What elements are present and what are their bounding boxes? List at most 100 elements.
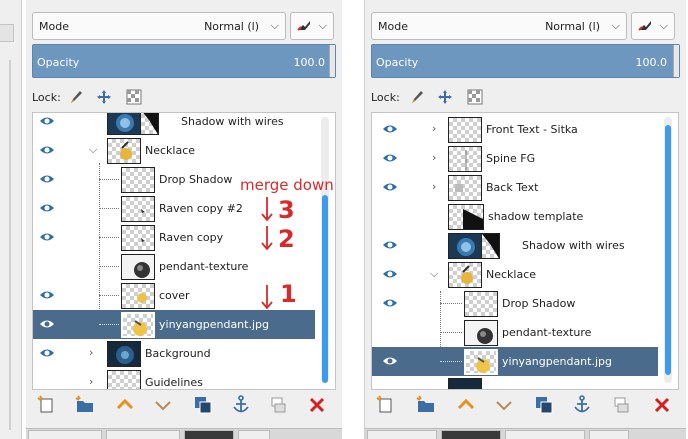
duplicate-layer-icon[interactable]: [192, 394, 214, 416]
eye-icon[interactable]: [382, 355, 398, 367]
lock-alpha-icon[interactable]: [126, 89, 142, 105]
lock-pixels-icon[interactable]: [68, 89, 84, 105]
annotation-step-1: 1: [280, 280, 297, 308]
new-layer-icon[interactable]: [375, 394, 397, 416]
scrollbar-thumb[interactable]: [322, 195, 328, 383]
dock-tab[interactable]: [238, 430, 270, 439]
chevron-right-icon[interactable]: ›: [432, 181, 442, 193]
composite-mode-button[interactable]: ⌵: [290, 12, 334, 40]
tree-line: [99, 208, 119, 209]
tree-line: [99, 237, 119, 238]
layer-thumbnail: [107, 370, 141, 389]
layer-thumbnail: [121, 167, 155, 193]
chevron-down-icon[interactable]: ⌵: [89, 144, 99, 156]
dock-tabs: [365, 428, 686, 439]
dock-tabs: [26, 428, 342, 439]
raise-layer-icon[interactable]: [114, 394, 136, 416]
layers-scrollbar[interactable]: [321, 117, 329, 383]
layer-row[interactable]: Shadow with wires: [372, 231, 666, 260]
chevron-right-icon[interactable]: ›: [89, 347, 99, 359]
dock-tab[interactable]: [367, 430, 437, 439]
chevron-right-icon[interactable]: ›: [432, 152, 442, 164]
delete-layer-icon[interactable]: [306, 394, 328, 416]
layer-row[interactable]: › Spine FG: [372, 144, 666, 173]
chevron-right-icon[interactable]: ›: [89, 376, 99, 388]
layer-thumbnail: [448, 117, 482, 143]
eye-icon[interactable]: [39, 318, 55, 330]
mode-select[interactable]: Mode Normal (l) ⌵: [371, 12, 627, 40]
dock-tab[interactable]: [505, 430, 585, 439]
layer-row[interactable]: shadow template: [372, 202, 666, 231]
merge-down-icon[interactable]: [611, 394, 633, 416]
layer-name: Raven copy: [159, 231, 224, 244]
layer-row-selected[interactable]: yinyangpendant.jpg: [33, 310, 315, 339]
mode-value: Normal (l): [545, 20, 600, 33]
merge-down-icon[interactable]: [268, 394, 290, 416]
layer-row[interactable]: pendant-texture: [372, 318, 666, 347]
layer-row[interactable]: ⌵ Necklace: [372, 260, 666, 289]
chevron-down-icon[interactable]: ⌵: [430, 268, 440, 280]
lock-pixels-icon[interactable]: [409, 89, 425, 105]
anchor-icon[interactable]: [571, 394, 593, 416]
opacity-value: 100.0: [635, 56, 668, 69]
layer-name: yinyangpendant.jpg: [159, 318, 269, 331]
eye-icon[interactable]: [382, 297, 398, 309]
layer-row[interactable]: › Guidelines: [33, 368, 323, 389]
panel-toggle-button[interactable]: [0, 24, 14, 42]
lower-layer-icon[interactable]: [493, 394, 515, 416]
anchor-icon[interactable]: [230, 394, 252, 416]
eye-icon[interactable]: [382, 181, 398, 193]
eye-icon[interactable]: [39, 347, 55, 359]
annotation-title: merge down: [240, 176, 334, 194]
eye-icon[interactable]: [39, 173, 55, 185]
eye-icon[interactable]: [39, 115, 55, 127]
new-layer-icon[interactable]: [36, 394, 58, 416]
delete-layer-icon[interactable]: [651, 394, 673, 416]
layer-row-selected[interactable]: yinyangpendant.jpg: [372, 347, 658, 376]
opacity-slider[interactable]: Opacity 100.0: [371, 44, 680, 78]
lock-position-icon[interactable]: [96, 89, 112, 105]
mode-select[interactable]: Mode Normal (l) ⌵: [32, 12, 286, 40]
eye-icon[interactable]: [382, 268, 398, 280]
layer-thumbnail: [121, 283, 155, 309]
dock-tab[interactable]: [184, 430, 234, 439]
scrollbar-thumb[interactable]: [665, 125, 671, 375]
eye-icon[interactable]: [39, 289, 55, 301]
layer-row[interactable]: Shadow with wires: [33, 113, 323, 136]
layers-scrollbar[interactable]: [664, 117, 672, 383]
layer-thumbnail: [121, 225, 155, 251]
eye-icon[interactable]: [382, 123, 398, 135]
dock-tab[interactable]: [28, 430, 102, 439]
eye-icon[interactable]: [382, 239, 398, 251]
layer-row[interactable]: Drop Shadow: [372, 289, 666, 318]
lock-position-icon[interactable]: [437, 89, 453, 105]
duplicate-layer-icon[interactable]: [533, 394, 555, 416]
opacity-label: Opacity: [37, 56, 80, 69]
dock-tab[interactable]: [441, 430, 501, 439]
layer-row[interactable]: › Back Text: [372, 173, 666, 202]
layer-row[interactable]: › Front Text - Sitka: [372, 115, 666, 144]
layer-row[interactable]: ⌵ Necklace: [33, 136, 323, 165]
eye-icon[interactable]: [39, 144, 55, 156]
layer-row[interactable]: pendant-texture: [33, 252, 323, 281]
layer-thumbnail: [448, 378, 482, 389]
new-group-icon[interactable]: [74, 394, 96, 416]
dock-tab[interactable]: [106, 430, 180, 439]
layer-row[interactable]: › Background: [33, 339, 323, 368]
eye-icon[interactable]: [39, 231, 55, 243]
raise-layer-icon[interactable]: [455, 394, 477, 416]
dock-tab[interactable]: [589, 430, 629, 439]
lower-layer-icon[interactable]: [152, 394, 174, 416]
opacity-slider[interactable]: Opacity 100.0: [32, 44, 336, 78]
opacity-spin-handle[interactable]: [673, 45, 679, 77]
eye-icon[interactable]: [39, 202, 55, 214]
lock-alpha-icon[interactable]: [467, 89, 483, 105]
layer-name: yinyangpendant.jpg: [502, 355, 612, 368]
chevron-right-icon[interactable]: ›: [432, 123, 442, 135]
new-group-icon[interactable]: [415, 394, 437, 416]
eye-icon[interactable]: [382, 152, 398, 164]
tree-line: [440, 361, 462, 362]
layer-row-partial[interactable]: [372, 376, 666, 389]
composite-mode-button[interactable]: ⌵: [631, 12, 675, 40]
opacity-spin-handle[interactable]: [329, 45, 335, 77]
